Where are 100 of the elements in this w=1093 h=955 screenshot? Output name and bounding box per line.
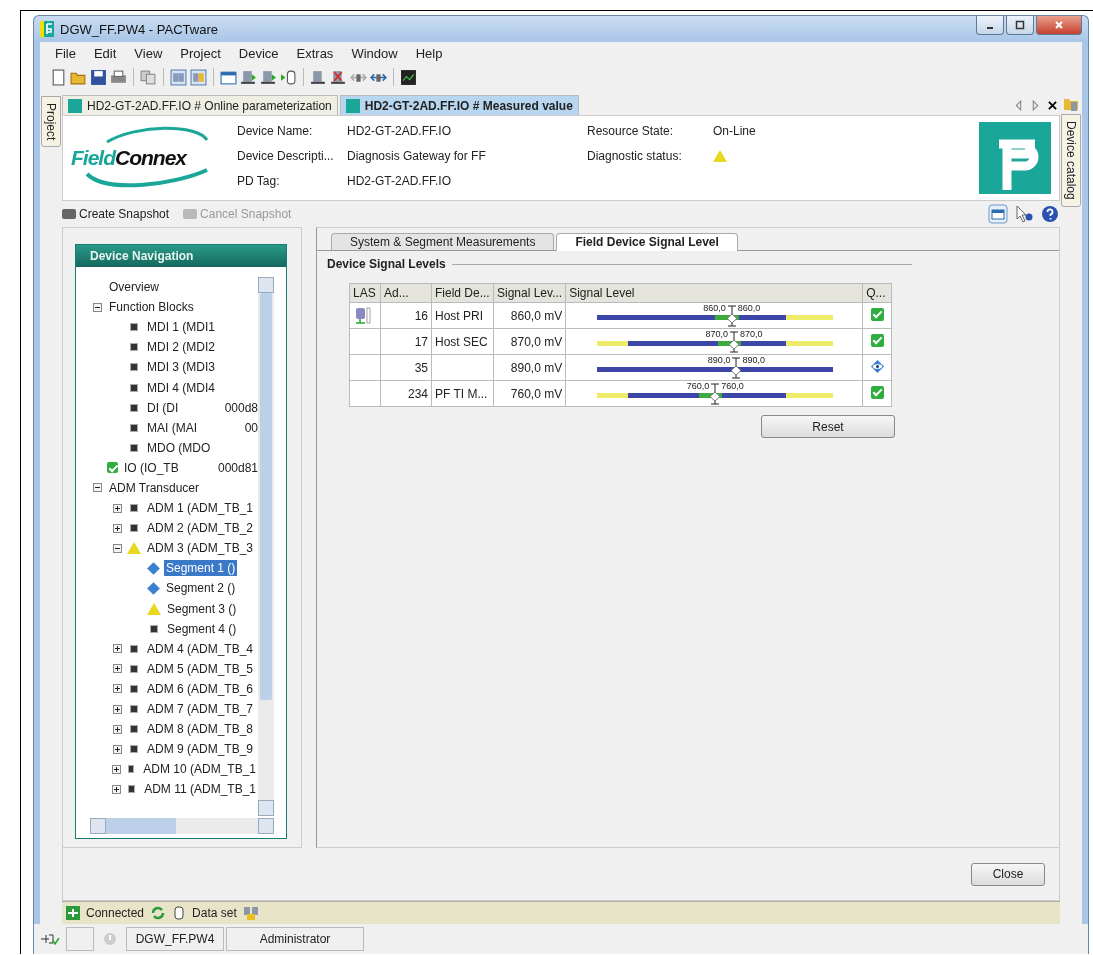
- menu-item[interactable]: Extras: [287, 45, 343, 61]
- menu-item[interactable]: Window: [342, 45, 407, 61]
- expander-icon[interactable]: [113, 744, 122, 754]
- menu-item[interactable]: Edit: [84, 45, 126, 61]
- horizontal-scrollbar[interactable]: [90, 818, 274, 834]
- help-icon[interactable]: [1040, 204, 1060, 224]
- connect-icon[interactable]: [240, 68, 257, 86]
- expander-icon[interactable]: [113, 523, 122, 533]
- block-icon: [130, 504, 138, 513]
- tree-item[interactable]: Segment 3 (): [165, 600, 239, 617]
- new-file-icon[interactable]: [50, 68, 67, 86]
- tree-item[interactable]: Function Blocks: [107, 299, 196, 316]
- column-header[interactable]: Ad...: [380, 283, 432, 303]
- marker-value: 870,0: [705, 329, 729, 339]
- tree-item[interactable]: ADM 3 (ADM_TB_3: [145, 540, 256, 557]
- expander-icon[interactable]: [113, 684, 122, 694]
- project-side-tab[interactable]: Project: [41, 96, 61, 148]
- expander-icon[interactable]: [113, 644, 122, 654]
- tree-item[interactable]: Segment 4 (): [165, 620, 239, 637]
- tree-item[interactable]: MDI 4 (MDI4: [145, 379, 217, 396]
- column-header[interactable]: Q...: [862, 283, 892, 303]
- menu-item[interactable]: Help: [406, 45, 452, 61]
- tree-item[interactable]: MDI 2 (MDI2: [145, 339, 217, 356]
- device-remove-icon[interactable]: [330, 68, 347, 86]
- block-icon: [130, 423, 138, 432]
- expander-icon[interactable]: [113, 543, 122, 553]
- tree-item[interactable]: ADM 5 (ADM_TB_5: [145, 660, 256, 677]
- block-icon: [130, 644, 138, 653]
- column-header[interactable]: Signal Lev...: [493, 283, 566, 303]
- table-cell: 234: [380, 380, 432, 407]
- tree-item[interactable]: MDI 1 (MDI1: [145, 319, 217, 336]
- marker-value: 890,0: [707, 355, 731, 365]
- field-label: Device Name:: [237, 124, 314, 138]
- close-button[interactable]: Close: [971, 862, 1045, 886]
- monitor-icon[interactable]: [400, 68, 417, 86]
- block-icon: [130, 745, 138, 754]
- folder-devices-icon: [1063, 96, 1079, 112]
- menu-item[interactable]: Device: [229, 45, 288, 61]
- field-value: HD2-GT-2AD.FF.IO: [347, 174, 452, 188]
- expander-icon[interactable]: [93, 302, 102, 312]
- tree-item[interactable]: ADM 11 (ADM_TB_1: [142, 781, 258, 798]
- tree-item-value: 000d81: [216, 460, 258, 475]
- tree-item[interactable]: MAI (MAI: [145, 419, 199, 436]
- tree-item[interactable]: MDO (MDO: [145, 439, 213, 456]
- tree-item[interactable]: ADM 10 (ADM_TB_1: [141, 761, 258, 778]
- column-header[interactable]: Signal Level: [565, 283, 863, 303]
- expander-icon[interactable]: [112, 784, 122, 794]
- tree-item[interactable]: Segment 2 (): [164, 580, 238, 597]
- print-icon[interactable]: [110, 68, 127, 86]
- tree-item[interactable]: DI (DI: [145, 399, 181, 416]
- scroll-right-icon[interactable]: [1031, 100, 1040, 111]
- content-tab[interactable]: Field Device Signal Level: [556, 233, 738, 251]
- tree-item[interactable]: ADM Transducer: [107, 480, 202, 496]
- block-icon: [128, 765, 135, 774]
- tree-item[interactable]: MDI 3 (MDI3: [145, 359, 217, 376]
- menu-item[interactable]: View: [125, 45, 172, 61]
- app-icon: [40, 21, 54, 37]
- refresh-icon[interactable]: [150, 905, 167, 921]
- vertical-scrollbar[interactable]: [258, 277, 274, 816]
- expander-icon[interactable]: [113, 724, 122, 734]
- document-tab[interactable]: HD2-GT-2AD.FF.IO # Online parameterization: [62, 95, 338, 115]
- device-catalog-side-tab[interactable]: Device catalog: [1061, 114, 1081, 207]
- column-header[interactable]: LAS: [349, 283, 381, 303]
- expander-icon[interactable]: [113, 664, 122, 674]
- content-tab[interactable]: System & Segment Measurements: [331, 233, 555, 250]
- scroll-left-icon[interactable]: [1014, 100, 1023, 111]
- menu-item[interactable]: Project: [171, 45, 230, 61]
- expander-icon[interactable]: [113, 704, 122, 714]
- block-icon: [130, 684, 138, 693]
- maximize-icon[interactable]: [1015, 20, 1025, 30]
- pointer-help-icon[interactable]: [1014, 204, 1034, 224]
- connected-status: Connected: [86, 906, 145, 920]
- tree-item[interactable]: ADM 9 (ADM_TB_9: [145, 741, 256, 758]
- tree-item[interactable]: Overview: [107, 279, 161, 296]
- expander-icon[interactable]: [112, 764, 121, 774]
- column-header[interactable]: Field De...: [431, 283, 494, 303]
- tree-item[interactable]: ADM 2 (ADM_TB_2: [145, 520, 256, 537]
- save-icon[interactable]: [90, 68, 107, 86]
- tree-item[interactable]: ADM 6 (ADM_TB_6: [145, 680, 256, 697]
- device-icon[interactable]: [310, 68, 327, 86]
- window-layout-icon[interactable]: [988, 204, 1008, 224]
- document-tab[interactable]: HD2-GT-2AD.FF.IO # Measured value: [339, 95, 579, 115]
- pf-logo: [979, 122, 1051, 194]
- tree-item[interactable]: ADM 1 (ADM_TB_1: [145, 500, 256, 517]
- tree-item[interactable]: ADM 4 (ADM_TB_4: [145, 640, 256, 657]
- close-window-button[interactable]: [1036, 16, 1082, 35]
- tree-item[interactable]: IO (IO_TB: [122, 459, 181, 476]
- upload-icon[interactable]: [260, 68, 277, 86]
- tree-item[interactable]: ADM 7 (ADM_TB_7: [145, 701, 256, 717]
- copy-icon[interactable]: [140, 68, 157, 86]
- maximize-button[interactable]: [1006, 16, 1034, 35]
- close-icon[interactable]: [1048, 100, 1057, 111]
- expander-icon[interactable]: [113, 503, 122, 513]
- reset-button[interactable]: Reset: [761, 415, 895, 438]
- expander-icon[interactable]: [93, 483, 102, 493]
- minimize-button[interactable]: [976, 16, 1004, 35]
- snapshot-button[interactable]: Create Snapshot: [62, 207, 170, 221]
- tree-item[interactable]: ADM 8 (ADM_TB_8: [145, 721, 256, 738]
- tree-item[interactable]: Segment 1 (): [164, 560, 238, 577]
- menu-item[interactable]: File: [46, 45, 85, 61]
